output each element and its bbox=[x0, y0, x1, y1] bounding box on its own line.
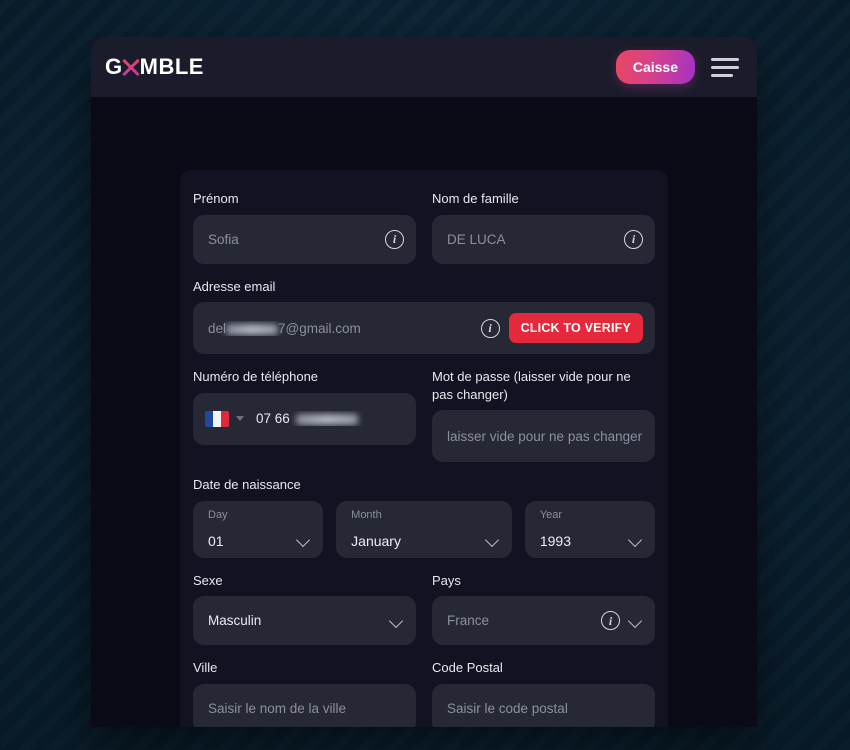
info-icon[interactable]: i bbox=[480, 318, 500, 338]
city-field: Ville Saisir le nom de la ville bbox=[193, 659, 416, 727]
gender-field: Sexe Masculin bbox=[193, 572, 416, 646]
postal-code-input[interactable]: Saisir le code postal bbox=[432, 683, 655, 727]
phone-password-row: Numéro de téléphone 07 66 xxxxxxxx Mot de… bbox=[193, 368, 655, 463]
birth-month-select[interactable]: Month January bbox=[336, 500, 512, 558]
app-body: Prénom Sofia i Nom de famille DE LUCA i bbox=[91, 97, 757, 727]
first-name-label: Prénom bbox=[193, 191, 239, 206]
email-label: Adresse email bbox=[193, 278, 276, 294]
brand-logo[interactable]: G MBLE bbox=[105, 54, 204, 80]
email-value-suffix: 7@gmail.com bbox=[278, 320, 361, 336]
verify-email-button[interactable]: CLICK TO VERIFY bbox=[508, 313, 643, 344]
city-placeholder: Saisir le nom de la ville bbox=[208, 700, 347, 716]
gender-value: Masculin bbox=[208, 613, 262, 629]
country-field: Pays France i bbox=[432, 572, 655, 646]
city-label: Ville bbox=[193, 660, 218, 676]
country-code-caret-icon[interactable] bbox=[236, 416, 244, 422]
france-flag-icon bbox=[205, 410, 229, 427]
email-input[interactable]: delxxxxxx7@gmail.com i CLICK TO VERIFY bbox=[193, 302, 655, 355]
logo-x-icon bbox=[122, 56, 141, 78]
birth-day-select-wrapper: Day 01 bbox=[193, 500, 324, 558]
email-field: Adresse email delxxxxxx7@gmail.com i CLI… bbox=[193, 278, 655, 355]
last-name-value: DE LUCA bbox=[447, 231, 506, 247]
info-icon[interactable]: i bbox=[624, 229, 643, 249]
email-row: Adresse email delxxxxxx7@gmail.com i CLI… bbox=[193, 278, 655, 355]
info-icon[interactable]: i bbox=[385, 229, 404, 249]
chevron-down-icon[interactable] bbox=[390, 614, 404, 628]
email-value-redacted: xxxxxx bbox=[226, 323, 279, 335]
caisse-button[interactable]: Caisse bbox=[615, 50, 695, 84]
phone-field: Numéro de téléphone 07 66 xxxxxxxx bbox=[193, 368, 416, 445]
last-name-input[interactable]: DE LUCA i bbox=[432, 214, 655, 264]
last-name-field: Nom de famille DE LUCA i bbox=[432, 190, 655, 264]
country-select[interactable]: France i bbox=[432, 596, 655, 646]
last-name-label: Nom de famille bbox=[432, 191, 519, 206]
hamburger-menu-icon[interactable] bbox=[711, 54, 739, 81]
hamburger-bar bbox=[711, 73, 733, 77]
chevron-down-icon[interactable] bbox=[629, 533, 643, 547]
birth-year-label: Year bbox=[539, 508, 563, 521]
birth-month-value: January bbox=[351, 532, 401, 549]
birth-month-select-wrapper: Month January bbox=[336, 500, 512, 558]
birth-year-select-wrapper: Year 1993 bbox=[524, 500, 656, 558]
gender-select[interactable]: Masculin bbox=[193, 596, 416, 646]
chevron-down-icon[interactable] bbox=[486, 533, 500, 547]
city-postal-row: Ville Saisir le nom de la ville Code Pos… bbox=[193, 659, 655, 727]
first-name-input[interactable]: Sofia i bbox=[193, 214, 416, 264]
chevron-down-icon[interactable] bbox=[297, 533, 311, 547]
birth-date-label: Date de naissance bbox=[193, 477, 301, 493]
phone-value-prefix: 07 66 bbox=[256, 411, 290, 427]
birth-day-label: Day bbox=[208, 508, 228, 521]
app-header: G MBLE Caisse bbox=[91, 37, 757, 97]
postal-code-placeholder: Saisir le code postal bbox=[447, 700, 568, 716]
birth-year-select[interactable]: Year 1993 bbox=[524, 500, 656, 558]
hamburger-bar bbox=[711, 65, 739, 69]
logo-text-suffix: MBLE bbox=[139, 54, 204, 79]
password-field: Mot de passe (laisser vide pour ne pas c… bbox=[432, 368, 655, 463]
email-value-prefix: del bbox=[208, 320, 227, 336]
first-name-value: Sofia bbox=[208, 231, 239, 247]
app-card: G MBLE Caisse Prénom Sofia i Nom de fami… bbox=[91, 37, 757, 727]
city-input[interactable]: Saisir le nom de la ville bbox=[193, 683, 416, 727]
email-value: delxxxxxx7@gmail.com bbox=[208, 321, 475, 336]
birth-date-row: Day 01 Month January Year 1993 bbox=[193, 500, 656, 558]
chevron-down-icon[interactable] bbox=[629, 614, 643, 628]
password-placeholder: laisser vide pour ne pas changer bbox=[447, 428, 643, 444]
birth-day-value: 01 bbox=[208, 532, 224, 549]
birth-date-section: Date de naissance Day 01 Month January Y… bbox=[193, 476, 656, 558]
page-background: G MBLE Caisse Prénom Sofia i Nom de fami… bbox=[0, 0, 850, 750]
logo-text-prefix: G bbox=[105, 54, 123, 79]
postal-code-field: Code Postal Saisir le code postal bbox=[432, 659, 655, 727]
country-label: Pays bbox=[432, 572, 461, 588]
gender-label: Sexe bbox=[193, 572, 223, 588]
phone-input[interactable]: 07 66 xxxxxxxx bbox=[193, 392, 416, 445]
header-actions: Caisse bbox=[615, 50, 739, 84]
birth-month-label: Month bbox=[351, 508, 382, 521]
hamburger-bar bbox=[711, 57, 739, 61]
gender-country-row: Sexe Masculin Pays France i bbox=[193, 572, 655, 646]
name-row: Prénom Sofia i Nom de famille DE LUCA i bbox=[193, 190, 655, 264]
country-value: France bbox=[447, 613, 490, 629]
password-label: Mot de passe (laisser vide pour ne pas c… bbox=[432, 369, 631, 402]
birth-day-select[interactable]: Day 01 bbox=[193, 500, 324, 558]
profile-form-panel: Prénom Sofia i Nom de famille DE LUCA i bbox=[180, 170, 668, 727]
first-name-field: Prénom Sofia i bbox=[193, 190, 416, 264]
birth-year-value: 1993 bbox=[539, 532, 572, 549]
info-icon[interactable]: i bbox=[601, 611, 620, 631]
password-input[interactable]: laisser vide pour ne pas changer bbox=[432, 410, 655, 463]
phone-label: Numéro de téléphone bbox=[193, 369, 319, 385]
phone-value-redacted: xxxxxxxx bbox=[295, 414, 358, 426]
postal-code-label: Code Postal bbox=[432, 660, 503, 676]
phone-value: 07 66 xxxxxxxx bbox=[256, 411, 404, 426]
